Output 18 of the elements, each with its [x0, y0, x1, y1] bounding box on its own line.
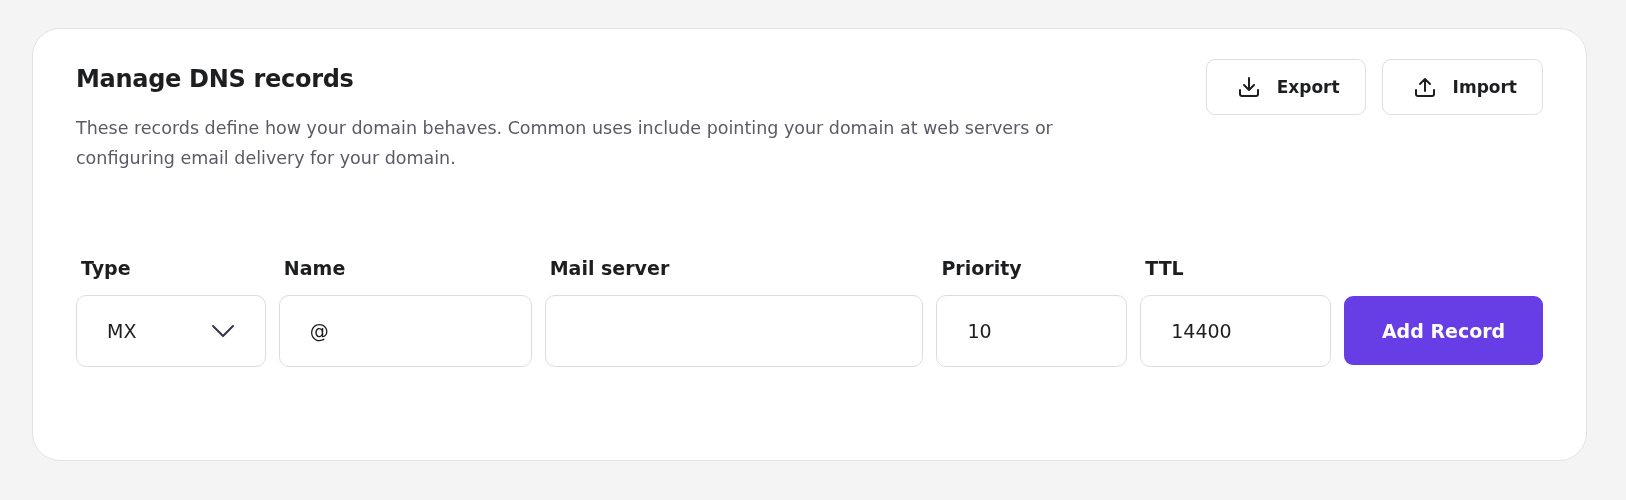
chevron-down-icon [210, 324, 235, 338]
type-dropdown[interactable]: MX [76, 295, 266, 367]
field-label: Type [80, 257, 132, 279]
section-description: These records define how your domain behaves. Common uses include pointing your domain at web servers or configuring email delivery for your domain. [76, 117, 1054, 170]
add-record-button[interactable]: Add Record [1344, 296, 1543, 365]
export-button[interactable]: Export [1205, 59, 1366, 115]
import-button[interactable]: Import [1381, 59, 1543, 115]
input-field[interactable]: @ [278, 295, 532, 367]
input-field[interactable] [544, 295, 924, 367]
field-label: TTL [1144, 257, 1185, 279]
input-field[interactable]: 10 [936, 295, 1128, 367]
download-icon [1236, 75, 1261, 99]
upload-icon [1412, 75, 1437, 99]
field-label: Priority [940, 257, 1023, 279]
input-field[interactable]: 14400 [1140, 295, 1332, 367]
field-label: Name [282, 257, 347, 279]
section-title: Manage DNS records [76, 65, 355, 93]
field-label: Mail server [548, 257, 671, 279]
